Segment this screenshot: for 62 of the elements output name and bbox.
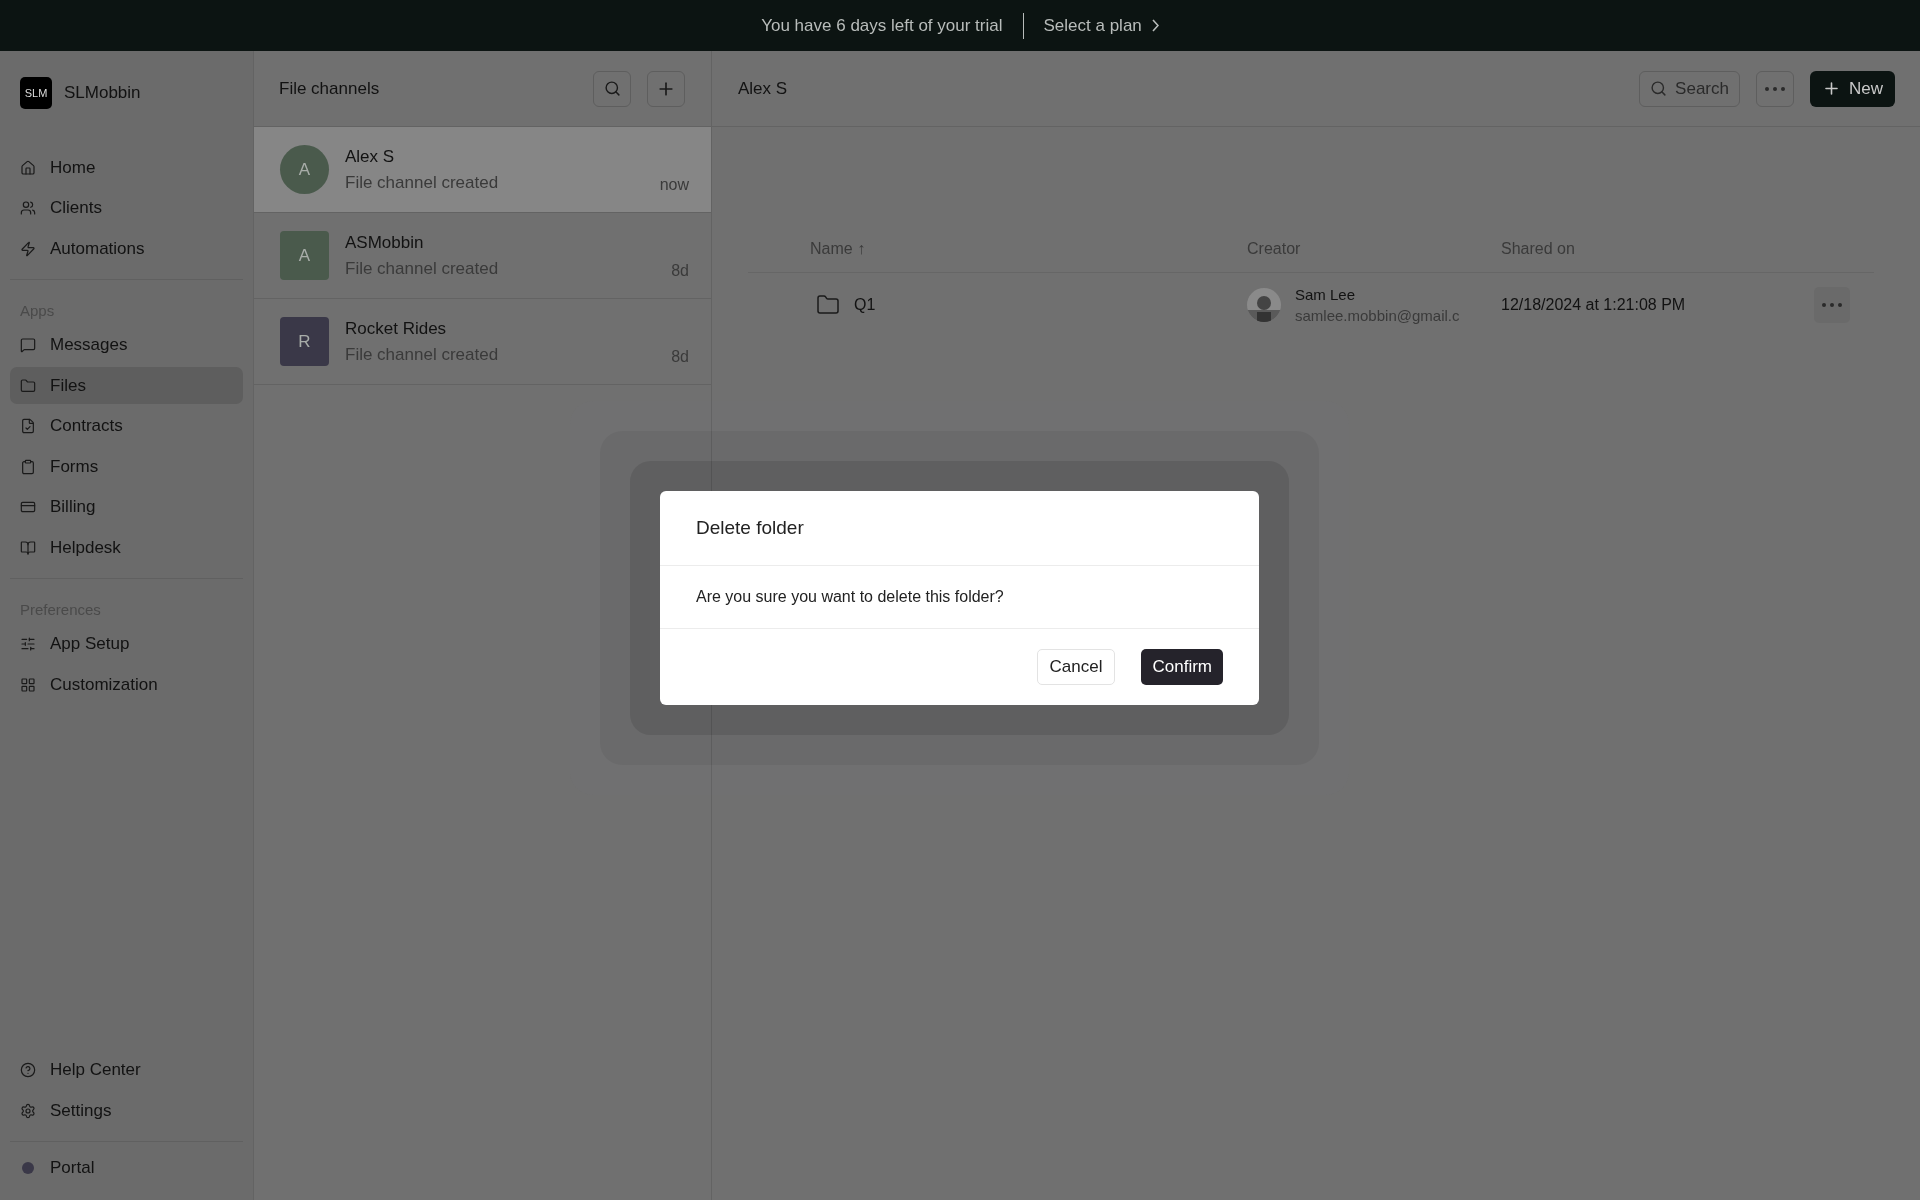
nav-item[interactable]: Automations	[10, 230, 243, 267]
more-icon	[1765, 86, 1785, 91]
nav-item[interactable]: Billing	[10, 488, 243, 526]
nav-item[interactable]: Messages	[10, 326, 243, 364]
new-button[interactable]: New	[1810, 70, 1895, 107]
confirm-button[interactable]: Confirm	[1141, 649, 1223, 685]
more-button[interactable]	[1814, 287, 1850, 323]
help-icon	[20, 1062, 36, 1078]
channel-name: ASMobbin	[345, 232, 425, 253]
nav-item[interactable]: App Setup	[10, 625, 243, 663]
sliders-icon	[20, 636, 36, 652]
message-icon	[20, 337, 36, 353]
nav-item[interactable]: Help Center	[10, 1051, 243, 1089]
channel-row[interactable]: A Alex S File channel created now	[254, 127, 711, 213]
nav-item[interactable]: Helpdesk	[10, 529, 243, 566]
grid-icon	[20, 676, 36, 693]
search-icon	[1650, 80, 1668, 97]
creator-name: Sam Lee	[1295, 286, 1357, 303]
channel-time: now	[659, 176, 689, 194]
nav-item[interactable]: Customization	[10, 666, 243, 703]
document-icon	[20, 418, 36, 434]
folder-name[interactable]: Q1	[854, 296, 876, 314]
channel-subtitle: File channel created	[345, 172, 500, 193]
channel-name: Alex S	[345, 146, 396, 167]
select-plan-link[interactable]: Select a plan	[1043, 15, 1159, 36]
dialog-message: Are you sure you want to delete this folder?	[660, 566, 1259, 629]
brand-logo: SLM	[20, 77, 52, 109]
chevron-right-icon	[1151, 19, 1159, 32]
cancel-button[interactable]: Cancel	[1036, 649, 1116, 685]
avatar: A	[280, 231, 329, 280]
portal-item[interactable]: Portal	[10, 1149, 243, 1187]
more-button[interactable]	[1756, 70, 1794, 107]
search-button[interactable]: Search	[1639, 70, 1740, 107]
lightning-icon	[20, 240, 36, 257]
nav-item[interactable]: Contracts	[10, 407, 243, 445]
nav-item[interactable]: Files	[10, 367, 243, 404]
settings-icon	[20, 1102, 36, 1119]
home-icon	[20, 159, 36, 176]
avatar: A	[280, 145, 329, 194]
panel-title: File channels	[279, 78, 381, 99]
folder-icon	[20, 377, 36, 394]
search-icon	[603, 80, 621, 97]
nav-item[interactable]: Forms	[10, 448, 243, 485]
plus-icon	[1822, 79, 1841, 98]
book-icon	[20, 539, 36, 556]
users-icon	[20, 200, 36, 216]
card-icon	[20, 499, 36, 515]
add-button[interactable]	[647, 70, 685, 107]
nav-item[interactable]: Clients	[10, 189, 243, 227]
trial-message: You have 6 days left of your trial	[761, 15, 1003, 36]
brand-name: SLMobbin	[64, 83, 141, 103]
nav-item[interactable]: Settings	[10, 1092, 243, 1129]
clipboard-icon	[20, 458, 36, 475]
shared-date: 12/18/2024 at 1:21:08 PM	[1501, 296, 1687, 314]
more-icon	[1822, 303, 1842, 307]
nav-item[interactable]: Home	[10, 149, 243, 186]
page-title: Alex S	[738, 78, 789, 99]
folder-icon	[816, 293, 840, 317]
avatar: R	[280, 317, 329, 366]
dialog-title: Delete folder	[660, 491, 1259, 566]
channel-name: Rocket Rides	[345, 318, 448, 339]
search-button[interactable]	[593, 70, 631, 107]
